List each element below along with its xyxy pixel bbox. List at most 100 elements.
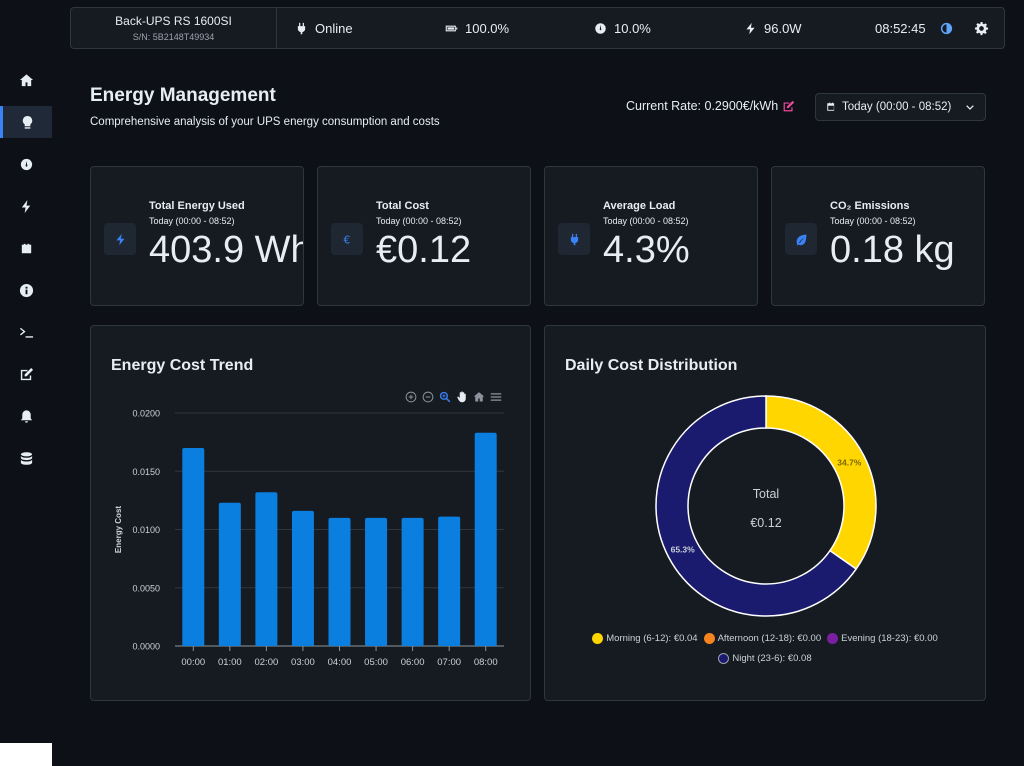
card-subtitle: Today (00:00 - 08:52)	[830, 216, 916, 226]
theme-toggle-button[interactable]	[940, 8, 953, 48]
bar-0800[interactable]	[474, 432, 497, 646]
bar-0200[interactable]	[255, 492, 278, 646]
card-icon-box	[558, 223, 590, 255]
x-tick-label: 06:00	[401, 657, 425, 668]
legend-item-evening[interactable]: Evening (18-23): €0.00	[827, 633, 938, 644]
battery-value: 100.0%	[465, 20, 510, 36]
clock-time: 08:52:45	[875, 20, 926, 36]
sidebar-item-edit[interactable]	[0, 358, 52, 390]
sidebar-item-alerts[interactable]	[0, 400, 52, 432]
euro-icon: €	[343, 234, 350, 245]
card-title: Total Cost	[376, 200, 429, 212]
slice-percent-label: 65.3%	[671, 544, 696, 554]
sidebar-footer	[0, 743, 52, 766]
home-icon	[19, 73, 33, 86]
sidebar	[0, 0, 52, 766]
legend-label: Evening (18-23): €0.00	[841, 633, 938, 644]
card-icon-box	[104, 223, 136, 255]
sidebar-item-database[interactable]	[0, 442, 52, 474]
svg-text:€: €	[343, 234, 350, 245]
y-tick-label: 0.0100	[132, 525, 160, 535]
card-title: CO₂ Emissions	[830, 200, 910, 212]
legend-item-night[interactable]: Night (23-6): €0.08	[718, 653, 812, 664]
legend-label: Morning (6-12): €0.04	[606, 633, 698, 644]
chevron-down-icon	[966, 105, 974, 110]
card-subtitle: Today (00:00 - 08:52)	[149, 216, 235, 226]
bell-icon	[20, 409, 32, 423]
legend-item-morning[interactable]: Morning (6-12): €0.04	[592, 633, 698, 644]
sidebar-item-info[interactable]	[0, 274, 52, 306]
gauge-icon	[595, 22, 606, 34]
x-tick-label: 05:00	[364, 657, 388, 668]
card-total-energy: Total Energy Used Today (00:00 - 08:52) …	[90, 166, 304, 306]
sidebar-item-terminal[interactable]	[0, 316, 52, 348]
settings-button[interactable]	[974, 8, 989, 48]
sidebar-item-home[interactable]	[0, 64, 52, 96]
legend-swatch	[592, 633, 604, 644]
bar-0000[interactable]	[182, 447, 205, 646]
gear-icon	[974, 21, 989, 35]
bar-0700[interactable]	[438, 516, 461, 646]
bar-0500[interactable]	[365, 517, 388, 646]
legend-swatch	[703, 633, 715, 644]
bar-0400[interactable]	[328, 517, 351, 646]
legend-swatch	[718, 653, 730, 664]
x-tick-label: 03:00	[291, 657, 315, 668]
plug-icon	[570, 233, 578, 245]
status-online: Online	[295, 8, 353, 48]
contrast-icon	[940, 22, 953, 34]
donut-slice[interactable]	[765, 395, 877, 571]
power-value: 96.0W	[764, 20, 802, 36]
terminal-icon	[19, 327, 33, 338]
gauge-icon	[20, 158, 32, 170]
date-range-select[interactable]: Today (00:00 - 08:52)	[815, 93, 986, 121]
x-tick-label: 07:00	[437, 657, 461, 668]
card-value: 4.3%	[603, 229, 690, 271]
card-total-cost: € Total Cost Today (00:00 - 08:52) €0.12	[317, 166, 531, 306]
legend-item-afternoon[interactable]: Afternoon (12-18): €0.00	[703, 633, 821, 644]
donut-legend-row-1: Morning (6-12): €0.04 Afternoon (12-18):…	[545, 633, 985, 644]
card-value: €0.12	[376, 229, 472, 271]
x-tick-label: 01:00	[218, 657, 242, 668]
y-axis-label: Energy Cost	[114, 506, 123, 553]
y-tick-label: 0.0050	[132, 583, 160, 593]
info-icon	[19, 283, 33, 297]
sidebar-item-energy[interactable]	[0, 106, 52, 138]
status-battery: 100.0%	[445, 8, 509, 48]
status-load: 10.0%	[594, 8, 651, 48]
power-bolt-icon	[21, 199, 30, 213]
card-co2-emissions: CO₂ Emissions Today (00:00 - 08:52) 0.18…	[771, 166, 985, 306]
bar-0100[interactable]	[218, 502, 241, 646]
page-subtitle: Comprehensive analysis of your UPS energ…	[90, 116, 440, 128]
y-tick-label: 0.0000	[132, 642, 160, 652]
status-power: 96.0W	[744, 8, 802, 48]
plug-icon	[297, 22, 306, 34]
bar-0600[interactable]	[401, 517, 424, 646]
x-tick-label: 00:00	[181, 657, 205, 668]
x-tick-label: 08:00	[474, 657, 498, 668]
current-rate-text: Current Rate: 0.2900€/kWh	[626, 99, 779, 113]
card-value: 0.18 kg	[830, 229, 955, 271]
card-subtitle: Today (00:00 - 08:52)	[603, 216, 689, 226]
edit-rate-icon[interactable]	[782, 100, 795, 113]
cost-distribution-donut-chart: Total €0.12 34.7% 65.3%	[655, 395, 877, 617]
x-tick-label: 02:00	[254, 657, 278, 668]
card-title: Total Energy Used	[149, 200, 245, 212]
leaf-icon	[796, 234, 806, 245]
donut-center-label: Total	[753, 487, 779, 501]
load-value: 10.0%	[614, 20, 651, 36]
battery-icon	[21, 243, 31, 253]
card-average-load: Average Load Today (00:00 - 08:52) 4.3%	[544, 166, 758, 306]
x-tick-label: 04:00	[328, 657, 352, 668]
sidebar-item-gauge[interactable]	[0, 148, 52, 180]
card-value: 403.9 Wh	[149, 229, 304, 271]
bar-0300[interactable]	[291, 510, 314, 646]
device-info: Back-UPS RS 1600SI S/N: 5B2148T49934	[71, 8, 277, 48]
bolt-icon	[115, 233, 125, 245]
donut-center-value: €0.12	[750, 516, 781, 530]
device-serial: S/N: 5B2148T49934	[132, 32, 215, 42]
sidebar-item-battery[interactable]	[0, 232, 52, 264]
energy-cost-trend-panel: Energy Cost Trend 0.0200 0.0150 0.0100 0.00…	[90, 325, 531, 701]
status-time: 08:52:45	[875, 8, 926, 48]
sidebar-item-power[interactable]	[0, 190, 52, 222]
